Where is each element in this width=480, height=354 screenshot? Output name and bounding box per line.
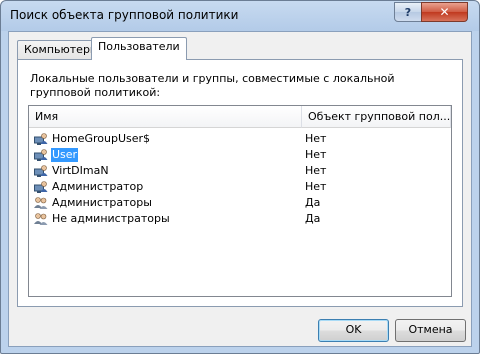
list-item-gpo-value: Да [305, 196, 321, 209]
close-icon: ✕ [439, 5, 450, 19]
list-item-gpo-value: Нет [305, 164, 327, 177]
users-tab-panel: Локальные пользователи и группы, совмест… [17, 59, 463, 307]
user-icon [34, 165, 48, 177]
list-item-gpo-value: Нет [305, 148, 327, 161]
close-button[interactable]: ✕ [421, 2, 468, 22]
users-list-view[interactable]: Имя Объект групповой пол... HomeGroupUse… [28, 105, 452, 297]
list-item-gpo-value: Да [305, 212, 321, 225]
list-item-name: Администраторы [52, 196, 152, 209]
window-title: Поиск объекта групповой политики [10, 8, 239, 22]
cancel-button[interactable]: Отмена [395, 319, 466, 342]
list-item-name: Не администраторы [52, 212, 170, 225]
list-item-name: VirtDImaN [52, 164, 109, 177]
user-icon [34, 133, 48, 145]
group-icon [34, 197, 48, 209]
group-icon [34, 213, 48, 225]
user-icon [34, 181, 48, 193]
description-label: Локальные пользователи и группы, совмест… [30, 72, 395, 99]
column-header-name[interactable]: Имя [29, 106, 302, 128]
list-item[interactable]: Администратор Нет [29, 179, 451, 195]
column-header-gpo[interactable]: Объект групповой пол... [302, 106, 451, 128]
list-item[interactable]: User Нет [29, 147, 451, 163]
tab-users[interactable]: Пользователи [91, 37, 187, 60]
list-item-gpo-value: Нет [305, 132, 327, 145]
dialog-window: Поиск объекта групповой политики ? ✕ Ком… [0, 0, 480, 354]
list-item[interactable]: Администраторы Да [29, 195, 451, 211]
dialog-client-area: Компьютеры Пользователи Локальные пользо… [8, 31, 472, 347]
list-item[interactable]: VirtDImaN Нет [29, 163, 451, 179]
user-icon [34, 149, 48, 161]
help-button[interactable]: ? [394, 2, 422, 22]
help-icon: ? [404, 5, 412, 19]
list-item[interactable]: Не администраторы Да [29, 211, 451, 227]
title-bar[interactable]: Поиск объекта групповой политики ? ✕ [1, 1, 479, 31]
list-item-name: Администратор [52, 180, 144, 193]
list-item-gpo-value: Нет [305, 180, 327, 193]
list-item-name: HomeGroupUser$ [52, 132, 151, 145]
ok-button[interactable]: OK [318, 319, 389, 342]
list-item-name: User [51, 148, 79, 162]
list-item[interactable]: HomeGroupUser$ Нет [29, 131, 451, 147]
